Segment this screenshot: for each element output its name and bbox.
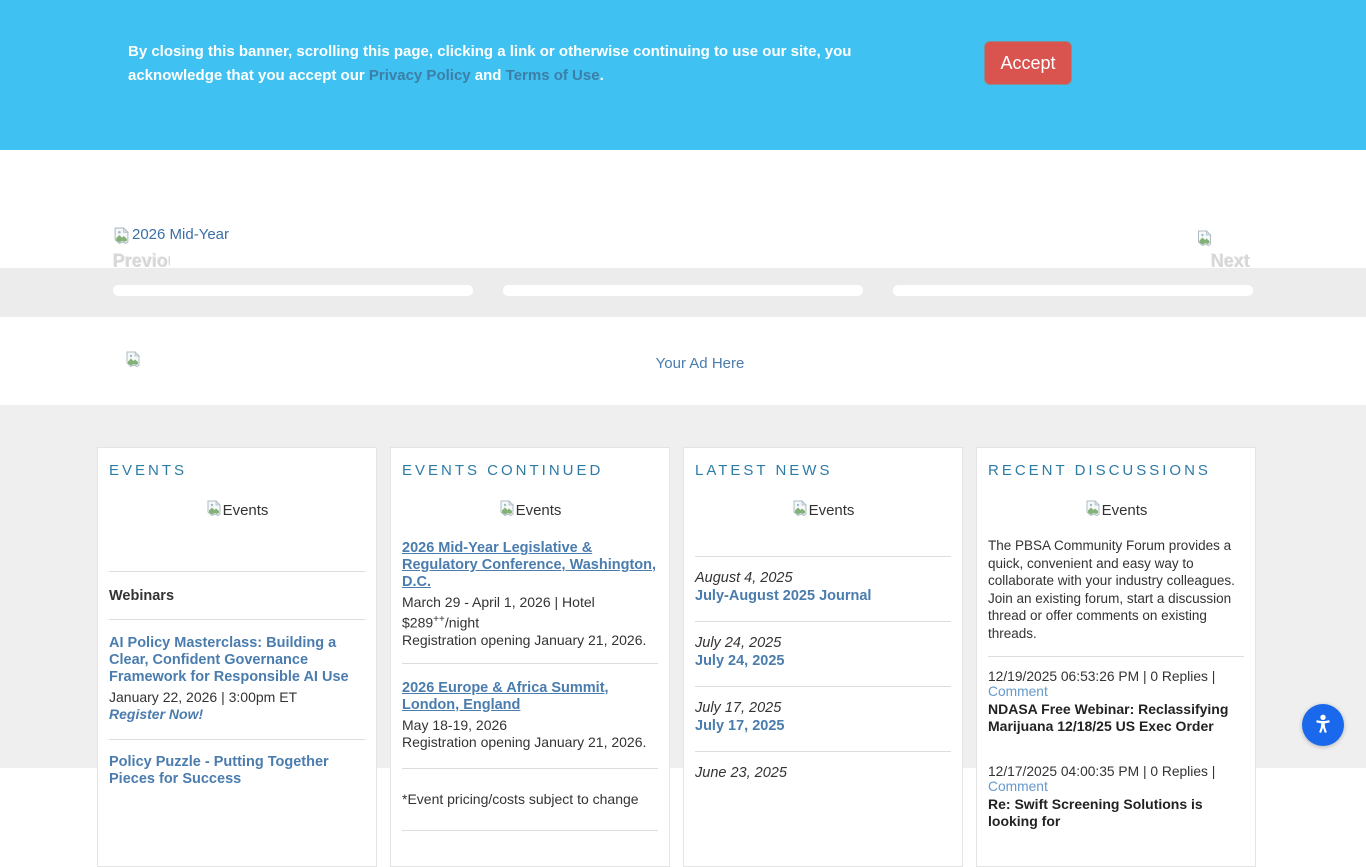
carousel-pagination-band <box>0 268 1366 317</box>
news-date: June 23, 2025 <box>695 765 787 781</box>
discussion-meta: 12/19/2025 06:53:26 PM | 0 Replies | Com… <box>988 669 1244 699</box>
divider <box>695 556 951 557</box>
news-item: July 24, 2025 July 24, 2025 <box>695 635 951 670</box>
terms-of-use-link[interactable]: Terms of Use <box>506 67 600 84</box>
ad-strip: Your Ad Here <box>0 317 1366 405</box>
cookie-banner: By closing this banner, scrolling this p… <box>0 0 1366 150</box>
events-card: EVENTS Events Webinars AI Policy Masterc… <box>97 447 377 867</box>
broken-image-icon <box>206 500 222 521</box>
broken-image-icon <box>792 500 808 521</box>
news-link[interactable]: July 24, 2025 <box>695 653 785 670</box>
your-ad-here-link[interactable]: Your Ad Here <box>0 355 1366 372</box>
events-continued-title: EVENTS CONTINUED <box>402 462 604 479</box>
recent-discussions-card: RECENT DISCUSSIONS Events The PBSA Commu… <box>976 447 1256 867</box>
carousel-pager-bar-2[interactable] <box>503 285 863 296</box>
cookie-text-period: . <box>599 67 604 84</box>
event-registration-note: Registration opening January 21, 2026. <box>402 631 647 648</box>
news-item: August 4, 2025 July-August 2025 Journal <box>695 570 951 605</box>
events-continued-img-alt: Events <box>515 502 562 519</box>
accessibility-icon <box>1309 711 1337 739</box>
latest-news-broken-image: Events <box>695 500 951 521</box>
broken-image-icon <box>113 226 130 250</box>
events-continued-card: EVENTS CONTINUED Events 2026 Mid-Year Le… <box>390 447 670 867</box>
forum-intro-text: The PBSA Community Forum provides a quic… <box>988 538 1235 641</box>
discussion-item: 12/17/2025 04:00:35 PM | 0 Replies | Com… <box>988 764 1244 830</box>
broken-image-icon <box>1196 230 1213 252</box>
carousel-slide-link[interactable]: 2026 Mid-Year <box>113 226 229 250</box>
news-link[interactable]: July-August 2025 Journal <box>695 588 871 605</box>
event-link-europe-africa-summit[interactable]: 2026 Europe & Africa Summit, London, Eng… <box>402 680 658 714</box>
cookie-banner-text: By closing this banner, scrolling this p… <box>128 40 948 88</box>
carousel-slide-label: 2026 Mid-Year <box>132 226 230 243</box>
events-broken-image: Events <box>109 500 365 521</box>
discussion-thread-title: NDASA Free Webinar: Reclassifying Mariju… <box>988 701 1229 734</box>
news-date: July 17, 2025 <box>695 700 782 716</box>
discussion-meta: 12/17/2025 04:00:35 PM | 0 Replies | Com… <box>988 764 1244 794</box>
comment-link[interactable]: Comment <box>988 684 1048 699</box>
events-title: EVENTS <box>109 462 188 479</box>
price-before: March 29 - April 1, 2026 | Hotel $289 <box>402 594 595 631</box>
privacy-policy-link[interactable]: Privacy Policy <box>369 67 471 84</box>
cards-row: EVENTS Events Webinars AI Policy Masterc… <box>97 447 1256 867</box>
carousel: 2026 Mid-Year Previous Next <box>0 150 1366 317</box>
event-date: May 18-19, 2026 <box>402 716 508 733</box>
latest-news-title: LATEST NEWS <box>695 462 833 479</box>
divider <box>109 739 365 740</box>
event-registration-note: Registration opening January 21, 2026. <box>402 733 647 750</box>
price-after: /night <box>444 614 480 631</box>
divider <box>402 662 658 664</box>
news-date: August 4, 2025 <box>695 570 793 586</box>
register-now-link[interactable]: Register Now! <box>109 706 203 722</box>
news-item: June 23, 2025 <box>695 765 951 781</box>
discussions-img-alt: Events <box>1101 502 1148 519</box>
discussion-timestamp: 12/19/2025 06:53:26 PM | 0 Replies | <box>988 669 1216 684</box>
latest-news-img-alt: Events <box>808 502 855 519</box>
divider <box>988 656 1244 657</box>
divider <box>695 621 951 622</box>
news-link[interactable]: July 17, 2025 <box>695 718 785 735</box>
carousel-pager-bar-3[interactable] <box>893 285 1253 296</box>
carousel-pager-bar-1[interactable] <box>113 285 473 296</box>
webinars-heading: Webinars <box>109 588 175 604</box>
comment-link[interactable]: Comment <box>988 779 1048 794</box>
event-link-policy-puzzle[interactable]: Policy Puzzle - Putting Together Pieces … <box>109 754 365 788</box>
broken-image-icon <box>1085 500 1101 521</box>
event-date: January 22, 2026 | 3:00pm ET <box>109 689 298 705</box>
price-sup: ++ <box>433 614 445 625</box>
divider <box>695 751 951 752</box>
recent-discussions-title: RECENT DISCUSSIONS <box>988 462 1211 479</box>
discussion-timestamp: 12/17/2025 04:00:35 PM | 0 Replies | <box>988 764 1216 779</box>
event-price-line: March 29 - April 1, 2026 | Hotel $289++/… <box>402 594 658 632</box>
discussion-thread-title: Re: Swift Screening Solutions is looking… <box>988 796 1203 829</box>
latest-news-card: LATEST NEWS Events August 4, 2025 July-A… <box>683 447 963 867</box>
events-img-alt: Events <box>222 502 269 519</box>
news-date: July 24, 2025 <box>695 635 782 651</box>
news-item: July 17, 2025 July 17, 2025 <box>695 700 951 735</box>
broken-image-icon <box>499 500 515 521</box>
events-continued-broken-image: Events <box>402 500 658 521</box>
discussions-broken-image: Events <box>988 500 1244 521</box>
event-link-ai-policy-masterclass[interactable]: AI Policy Masterclass: Building a Clear,… <box>109 635 365 686</box>
divider <box>109 619 365 620</box>
divider <box>402 829 658 831</box>
bottom-section: EVENTS Events Webinars AI Policy Masterc… <box>0 405 1366 867</box>
event-link-midyear-conference[interactable]: 2026 Mid-Year Legislative & Regulatory C… <box>402 540 658 591</box>
divider <box>109 571 365 572</box>
divider <box>695 686 951 687</box>
discussion-item: 12/19/2025 06:53:26 PM | 0 Replies | Com… <box>988 669 1244 735</box>
accept-button[interactable]: Accept <box>984 41 1072 85</box>
event-pricing-disclaimer: *Event pricing/costs subject to change <box>402 790 639 807</box>
accessibility-widget-button[interactable] <box>1302 704 1344 746</box>
cookie-text-and: and <box>470 67 506 84</box>
